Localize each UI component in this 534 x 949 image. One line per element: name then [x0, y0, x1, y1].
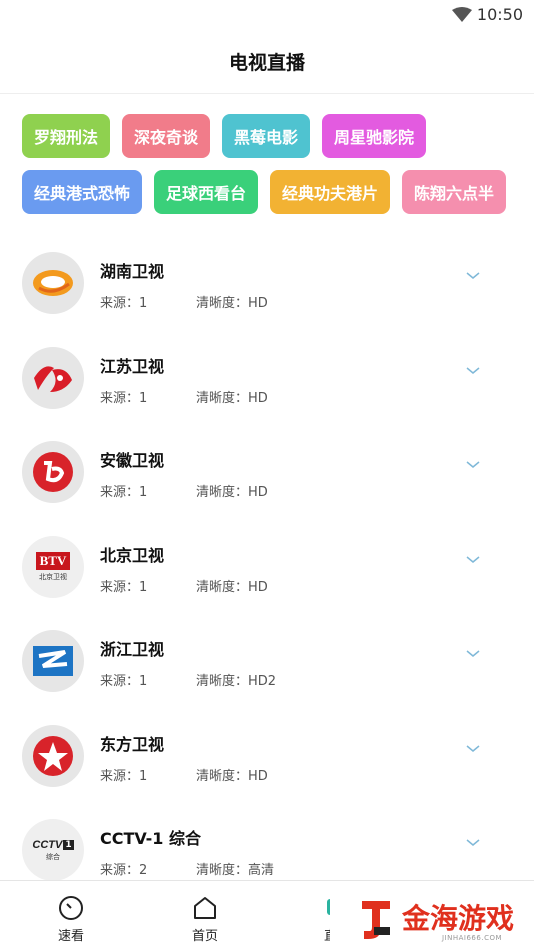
channel-name: 安徽卫视: [100, 451, 165, 470]
channel-item[interactable]: 安徽卫视 来源：1 清晰度：HD: [0, 415, 534, 510]
channel-name: 东方卫视: [100, 734, 165, 754]
tag-row: 经典港式恐怖 足球西看台 经典功夫港片 陈翔六点半: [22, 170, 512, 214]
channel-item[interactable]: 浙江卫视 来源：1 清晰度：HD2: [0, 604, 534, 699]
status-bar: 10:50: [0, 0, 534, 30]
tag-chip[interactable]: 深夜奇谈: [122, 114, 211, 158]
channel-source: 来源：2: [100, 863, 148, 878]
channel-name: 北京卫视: [100, 545, 165, 565]
btv-logo-text: BTV: [35, 551, 71, 570]
tag-chip[interactable]: 周星驰影院: [322, 114, 427, 158]
channel-quality: 清晰度：高清: [196, 863, 275, 878]
channel-name: CCTV-1 综合: [100, 829, 201, 848]
page-title: 电视直播: [228, 52, 305, 74]
beijing-tv-logo-icon: BTV 北京卫视: [22, 535, 84, 598]
channel-source: 来源：1: [100, 579, 148, 595]
header: 电视直播: [0, 30, 534, 94]
chevron-down-icon[interactable]: [466, 744, 480, 753]
channel-name: 江苏卫视: [100, 356, 165, 376]
watermark-url: JINHAI666.COM: [442, 934, 503, 942]
channel-item[interactable]: CCTV 1 综合 CCTV-1 综合 来源：2 清晰度：高清: [0, 793, 534, 888]
channel-source: 来源：1: [100, 485, 148, 500]
channel-quality: 清晰度：HD: [196, 579, 268, 595]
channel-item[interactable]: 东方卫视 来源：1 清晰度：HD: [0, 699, 534, 794]
anhui-tv-logo-icon: [22, 441, 84, 503]
chevron-down-icon[interactable]: [466, 461, 480, 469]
nav-item-home[interactable]: 首页: [160, 881, 250, 949]
channel-list: 湖南卫视 来源：1 清晰度：HD 江苏卫视 来源：1 清晰度：HD 安徽卫视 来…: [0, 226, 534, 888]
channel-source: 来源：1: [100, 768, 148, 784]
channel-quality: 清晰度：HD2: [196, 674, 277, 689]
watermark-text: 金海游戏: [402, 901, 515, 935]
chevron-down-icon[interactable]: [466, 650, 480, 658]
watermark: 金海游戏 JINHAI666.COM: [330, 888, 534, 949]
channel-source: 来源：1: [100, 674, 148, 689]
tag-chip[interactable]: 陈翔六点半: [402, 170, 507, 214]
cctv-logo-text: CCTV: [32, 838, 63, 851]
tag-chip[interactable]: 足球西看台: [154, 170, 259, 214]
tag-row: 罗翔刑法 深夜奇谈 黑莓电影 周星驰影院: [22, 114, 512, 158]
channel-item[interactable]: BTV 北京卫视 北京卫视 来源：1 清晰度：HD: [0, 510, 534, 605]
cctv-logo-icon: CCTV 1 综合: [22, 819, 84, 881]
tag-chip[interactable]: 经典港式恐怖: [22, 170, 143, 214]
channel-source: 来源：1: [100, 390, 148, 406]
chevron-down-icon[interactable]: [466, 366, 480, 375]
channel-quality: 清晰度：HD: [196, 390, 268, 406]
status-time: 10:50: [476, 5, 523, 24]
channel-item[interactable]: 江苏卫视 来源：1 清晰度：HD: [0, 321, 534, 416]
tag-chip[interactable]: 黑莓电影: [222, 114, 311, 158]
home-icon: [194, 897, 216, 919]
clock-icon: [59, 896, 83, 920]
chevron-down-icon[interactable]: [466, 839, 480, 847]
jiangsu-tv-logo-icon: [22, 346, 84, 409]
tag-grid: 罗翔刑法 深夜奇谈 黑莓电影 周星驰影院 经典港式恐怖 足球西看台 经典功夫港片…: [22, 114, 512, 226]
tag-chip[interactable]: 经典功夫港片: [270, 170, 391, 214]
channel-item[interactable]: 湖南卫视 来源：1 清晰度：HD: [0, 226, 534, 321]
chevron-down-icon[interactable]: [466, 555, 480, 564]
channel-quality: 清晰度：HD: [196, 768, 268, 784]
btv-logo-subtext: 北京卫视: [39, 572, 67, 581]
chevron-down-icon[interactable]: [466, 272, 480, 280]
wifi-icon: [452, 7, 472, 22]
channel-source: 来源：1: [100, 296, 148, 311]
cctv-logo-number: 1: [63, 839, 74, 850]
zhejiang-tv-logo-icon: [22, 630, 84, 692]
nav-item-sukan[interactable]: 速看: [26, 881, 116, 949]
nav-label: 速看: [57, 929, 84, 944]
watermark-logo-icon: [362, 900, 390, 939]
cctv-logo-subtext: 综合: [46, 852, 60, 861]
nav-label: 首页: [191, 929, 218, 944]
channel-name: 浙江卫视: [100, 640, 165, 659]
channel-quality: 清晰度：HD: [196, 485, 268, 500]
channel-name: 湖南卫视: [100, 262, 165, 281]
hunan-tv-logo-icon: [22, 252, 84, 314]
dongfang-tv-logo-icon: [22, 724, 84, 787]
tag-chip[interactable]: 罗翔刑法: [22, 114, 111, 158]
channel-quality: 清晰度：HD: [196, 296, 268, 311]
